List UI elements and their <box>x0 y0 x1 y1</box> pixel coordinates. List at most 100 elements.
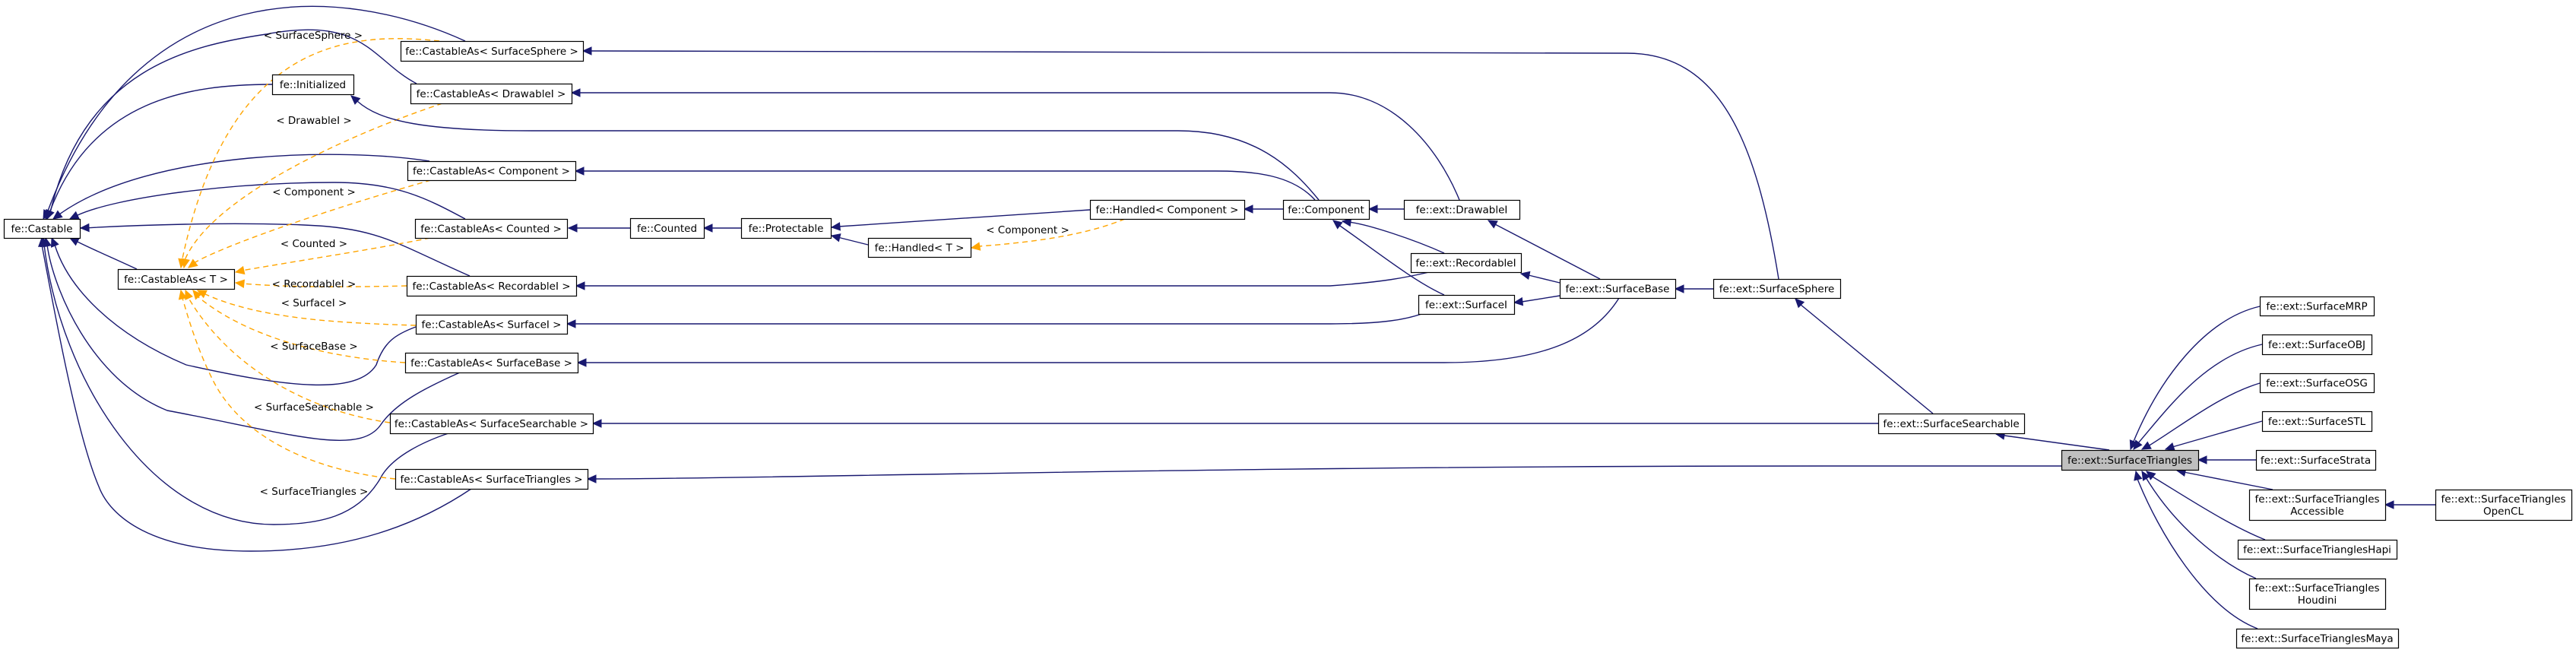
arrowhead-icon <box>2140 441 2152 450</box>
arrowhead-icon <box>567 223 578 233</box>
arrowhead-icon <box>2134 470 2143 481</box>
arrowhead-icon <box>68 237 80 246</box>
inheritance-edge <box>69 237 138 270</box>
arrowhead-icon <box>52 210 63 220</box>
node-label: fe::ext::SurfaceOBJ <box>2268 339 2365 351</box>
arrowhead-icon <box>586 474 597 483</box>
arrowhead-icon <box>830 222 841 231</box>
arrowhead-icon <box>2197 455 2207 464</box>
class-node-recordablei[interactable]: fe::ext::RecordableI <box>1410 252 1522 274</box>
edge-label: < Component > <box>986 224 1069 236</box>
class-node-castableas_counted[interactable]: fe::CastableAs< Counted > <box>414 218 569 239</box>
class-node-surfacestrata[interactable]: fe::ext::SurfaceStrata <box>2255 449 2377 471</box>
arrowhead-icon <box>1674 284 1684 293</box>
edges-layer <box>38 5 2435 629</box>
node-label: fe::ext::SurfaceTrianglesHapi <box>2243 544 2391 556</box>
edge-label: < SurfaceTriangles > <box>260 486 369 498</box>
class-node-surfaceobj[interactable]: fe::ext::SurfaceOBJ <box>2261 334 2373 356</box>
edge-counted-to-castableas_counted <box>567 223 630 233</box>
class-node-surfacetriangleshoudini[interactable]: fe::ext::SurfaceTrianglesHoudini <box>2248 578 2387 610</box>
inheritance-edge <box>81 223 471 277</box>
arrowhead-icon <box>1367 204 1378 214</box>
class-node-counted[interactable]: fe::Counted <box>629 217 705 239</box>
class-node-protectable[interactable]: fe::Protectable <box>740 217 832 239</box>
class-node-drawablei[interactable]: fe::ext::DrawableI <box>1403 199 1521 220</box>
edge-label: < SurfaceBase > <box>270 341 358 353</box>
node-label: fe::Castable <box>11 223 72 236</box>
inheritance-edge <box>588 465 2061 480</box>
arrowhead-icon <box>185 289 193 300</box>
nodes-layer: fe::Castablefe::CastableAs< T > fe::Initi… <box>3 40 2573 649</box>
edge-surfacetrianglesaccessible-to-surfacetriangles <box>2175 468 2273 490</box>
node-label: Houdini <box>2298 594 2337 607</box>
inheritance-edge <box>350 95 1320 201</box>
edge-protectable-to-counted <box>702 223 741 233</box>
class-node-castableas_surfacesphere[interactable]: fe::CastableAs< SurfaceSphere > <box>400 40 585 62</box>
node-label: fe::ext::SurfaceMRP <box>2266 301 2367 313</box>
inheritance-edge <box>2133 344 2263 450</box>
class-node-surfacei[interactable]: fe::ext::SurfaceI <box>1418 294 1516 315</box>
node-label: OpenCL <box>2483 506 2524 518</box>
class-node-handled_component[interactable]: fe::Handled< Component > <box>1089 199 1246 220</box>
inheritance-edge <box>567 313 1422 325</box>
arrowhead-icon <box>1513 296 1524 306</box>
edge-label: < Counted > <box>280 238 347 250</box>
node-label: fe::Counted <box>637 223 697 235</box>
class-node-castableas_surfacesearchable[interactable]: fe::CastableAs< SurfaceSearchable > <box>389 413 594 435</box>
edge-surfaceosg-to-surfacetriangles <box>2140 382 2261 450</box>
class-node-handled_t[interactable]: fe::Handled< T > <box>867 237 972 258</box>
class-node-castable[interactable]: fe::Castable <box>3 218 81 239</box>
node-label: fe::CastableAs< DrawableI > <box>417 88 566 100</box>
node-label: fe::CastableAs< RecordableI > <box>412 281 570 293</box>
inheritance-edge <box>51 237 417 386</box>
node-label: fe::ext::RecordableI <box>1415 258 1516 270</box>
node-label: fe::CastableAs< SurfaceSearchable > <box>394 418 588 430</box>
inheritance-edge <box>2176 470 2273 490</box>
arrowhead-icon <box>574 166 585 176</box>
edge-component-to-castableas_component <box>574 166 1316 201</box>
class-node-surfacestl[interactable]: fe::ext::SurfaceSTL <box>2261 411 2373 433</box>
class-node-surfacetriangleshapi[interactable]: fe::ext::SurfaceTrianglesHapi <box>2237 539 2398 560</box>
node-label: fe::ext::SurfaceTriangles <box>2254 582 2379 594</box>
edge-label: < SurfaceI > <box>281 297 347 309</box>
class-node-component[interactable]: fe::Component <box>1282 199 1370 220</box>
class-node-surfaceosg[interactable]: fe::ext::SurfaceOSG <box>2259 372 2375 394</box>
edge-castableas_component-to-castable <box>52 154 430 220</box>
class-node-surfacesphere[interactable]: fe::ext::SurfaceSphere <box>1713 278 1842 300</box>
inheritance-edge <box>45 84 273 220</box>
arrowhead-icon <box>576 358 587 367</box>
arrowhead-icon <box>79 223 90 233</box>
edge-initialized-to-castable <box>45 84 273 220</box>
arrowhead-icon <box>970 242 981 251</box>
inheritance-edge <box>2146 471 2266 540</box>
inheritance-edge <box>583 50 1779 280</box>
class-node-surfacetrianglesaccessible[interactable]: fe::ext::SurfaceTrianglesAccessible <box>2248 489 2387 521</box>
arrowhead-icon <box>581 46 592 55</box>
edge-surfacetrianglesopencl-to-surfacetrianglesaccessible <box>2384 500 2435 509</box>
edge-surfacesearchable-to-castableas_surfacesearchable <box>591 419 1878 428</box>
inheritance-edge <box>52 154 430 220</box>
class-node-surfacetrianglesopencl[interactable]: fe::ext::SurfaceTrianglesOpenCL <box>2435 489 2573 521</box>
class-node-castableas_recordablei[interactable]: fe::CastableAs< RecordableI > <box>406 275 578 297</box>
class-node-surfacebase[interactable]: fe::ext::SurfaceBase <box>1559 278 1677 300</box>
edge-castableas_surfacebase-to-castable <box>43 236 461 441</box>
class-node-surfacemrp[interactable]: fe::ext::SurfaceMRP <box>2259 296 2375 317</box>
node-label: fe::ext::DrawableI <box>1416 204 1508 217</box>
class-node-surfacesearchable[interactable]: fe::ext::SurfaceSearchable <box>1877 413 2026 435</box>
class-node-castableas_t[interactable]: fe::CastableAs< T > <box>117 268 236 290</box>
class-node-castableas_component[interactable]: fe::CastableAs< Component > <box>407 160 577 182</box>
node-label: fe::CastableAs< Component > <box>413 166 570 178</box>
class-node-castableas_surfacebase[interactable]: fe::CastableAs< SurfaceBase > <box>404 352 579 374</box>
class-node-castableas_drawablei[interactable]: fe::CastableAs< DrawableI > <box>410 83 573 105</box>
edge-castableas_surfacetriangles-to-castableas_t <box>178 289 396 480</box>
edge-surfacesearchable-to-surfacesphere <box>1795 298 1934 414</box>
node-label: fe::ext::SurfaceSphere <box>1719 284 1835 296</box>
edge-component-to-initialized <box>350 95 1320 201</box>
class-node-surfacetrianglesmaya[interactable]: fe::ext::SurfaceTrianglesMaya <box>2235 628 2400 649</box>
edge-surfacesphere-to-surfacebase <box>1674 284 1713 293</box>
node-label: fe::CastableAs< T > <box>124 274 228 286</box>
arrowhead-icon <box>1487 220 1498 229</box>
class-node-initialized[interactable]: fe::Initialized <box>271 74 355 96</box>
class-node-castableas_surfacetriangles[interactable]: fe::CastableAs< SurfaceTriangles > <box>394 468 589 490</box>
class-node-castableas_surfacei[interactable]: fe::CastableAs< SurfaceI > <box>415 314 569 335</box>
